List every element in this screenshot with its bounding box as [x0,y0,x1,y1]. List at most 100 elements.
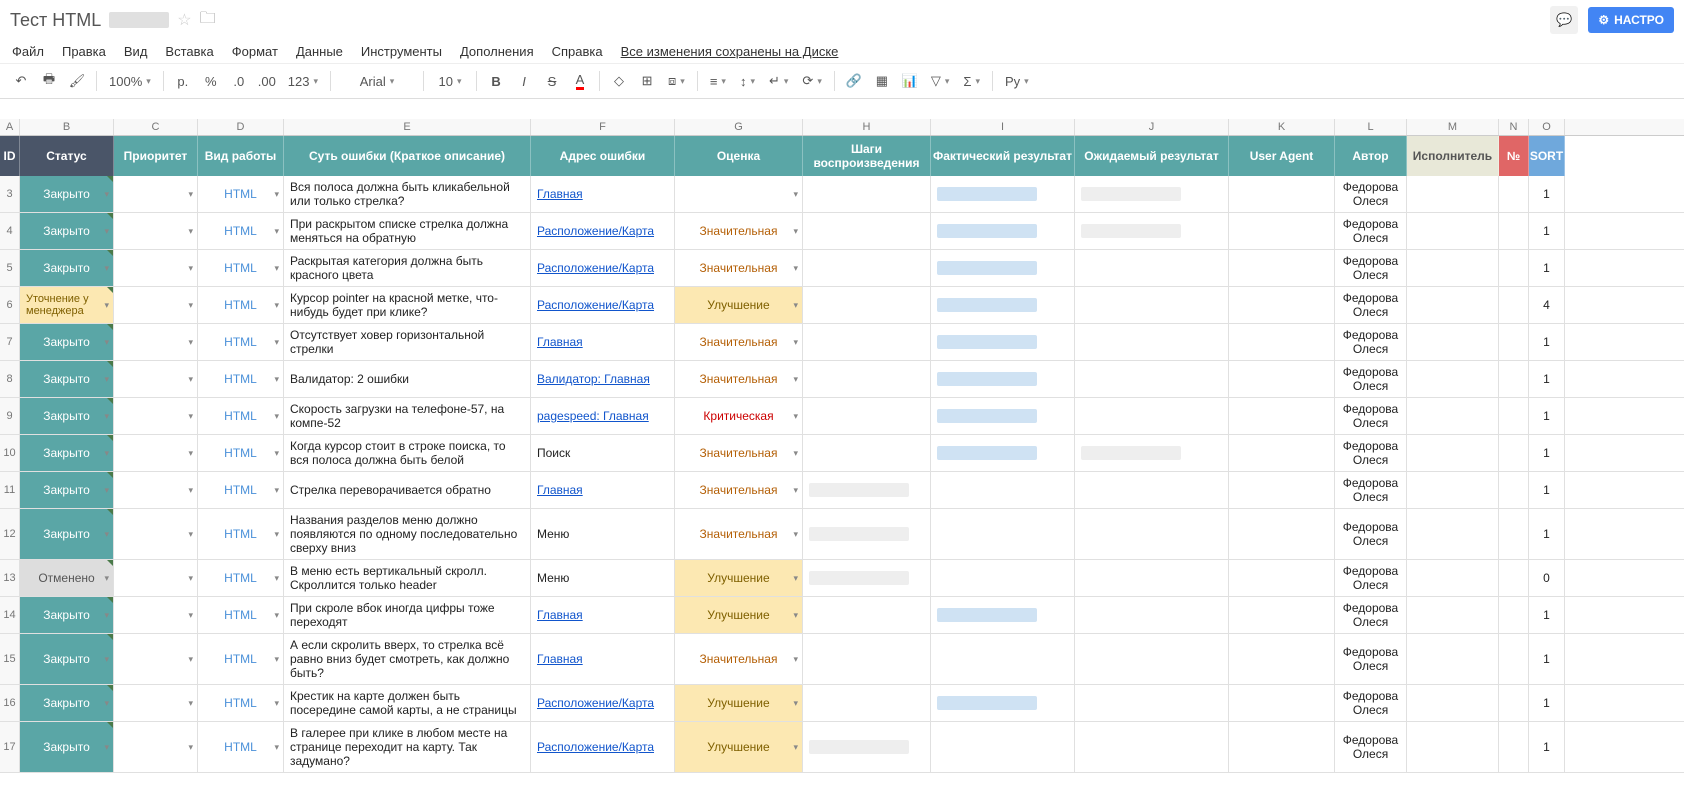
ua-cell[interactable] [1229,685,1335,721]
ua-cell[interactable] [1229,560,1335,596]
decrease-decimal-button[interactable]: .0 [226,68,252,94]
rating-cell[interactable]: Значительная▾ [675,435,803,471]
dropdown-icon[interactable]: ▾ [104,610,109,621]
exec-cell[interactable] [1407,213,1499,249]
row-number[interactable]: 5 [0,250,20,286]
bug-cell[interactable]: Названия разделов меню должно появляются… [284,509,531,559]
currency-button[interactable]: р. [170,68,196,94]
expected-cell[interactable] [1075,472,1229,508]
work-cell[interactable]: HTML▾ [198,435,284,471]
dropdown-icon[interactable]: ▾ [274,698,279,709]
menu-tools[interactable]: Инструменты [361,44,442,59]
rating-cell[interactable]: Значительная▾ [675,634,803,684]
priority-cell[interactable]: ▾ [114,287,198,323]
menu-addons[interactable]: Дополнения [460,44,534,59]
dropdown-icon[interactable]: ▾ [104,226,109,237]
address-cell[interactable]: Расположение/Карта [531,287,675,323]
author-cell[interactable]: Федорова Олеся [1335,435,1407,471]
ua-cell[interactable] [1229,597,1335,633]
num-cell[interactable] [1499,685,1529,721]
author-cell[interactable]: Федорова Олеся [1335,597,1407,633]
bug-cell[interactable]: Скорость загрузки на телефоне-57, на ком… [284,398,531,434]
address-link[interactable]: Расположение/Карта [537,696,654,710]
bug-cell[interactable]: Вся полоса должна быть кликабельной или … [284,176,531,212]
sort-cell[interactable]: 1 [1529,213,1565,249]
ua-cell[interactable] [1229,324,1335,360]
num-cell[interactable] [1499,176,1529,212]
exec-cell[interactable] [1407,435,1499,471]
dropdown-icon[interactable]: ▾ [274,300,279,311]
status-cell[interactable]: Закрыто▾ [20,435,114,471]
author-cell[interactable]: Федорова Олеся [1335,361,1407,397]
row-number[interactable]: 14 [0,597,20,633]
num-cell[interactable] [1499,287,1529,323]
status-cell[interactable]: Закрыто▾ [20,361,114,397]
row-number[interactable]: 6 [0,287,20,323]
actual-cell[interactable] [931,287,1075,323]
steps-cell[interactable] [803,472,931,508]
dropdown-icon[interactable]: ▾ [793,610,798,621]
col-e[interactable]: E [284,119,531,135]
address-cell[interactable]: Главная [531,324,675,360]
bug-cell[interactable]: Крестик на карте должен быть посередине … [284,685,531,721]
rating-cell[interactable]: Улучшение▾ [675,685,803,721]
exec-cell[interactable] [1407,250,1499,286]
steps-cell[interactable] [803,324,931,360]
num-cell[interactable] [1499,472,1529,508]
author-cell[interactable]: Федорова Олеся [1335,398,1407,434]
priority-cell[interactable]: ▾ [114,509,198,559]
work-cell[interactable]: HTML▾ [198,176,284,212]
col-l[interactable]: L [1335,119,1407,135]
rating-cell[interactable]: Улучшение▾ [675,287,803,323]
steps-cell[interactable] [803,250,931,286]
status-cell[interactable]: Закрыто▾ [20,509,114,559]
dropdown-icon[interactable]: ▾ [188,263,193,274]
author-cell[interactable]: Федорова Олеся [1335,560,1407,596]
num-cell[interactable] [1499,213,1529,249]
address-link[interactable]: Расположение/Карта [537,740,654,754]
priority-cell[interactable]: ▾ [114,213,198,249]
address-link[interactable]: Главная [537,335,583,349]
dropdown-icon[interactable]: ▾ [188,529,193,540]
address-cell[interactable]: Расположение/Карта [531,213,675,249]
rating-cell[interactable]: Значительная▾ [675,250,803,286]
increase-decimal-button[interactable]: .00 [254,68,280,94]
steps-cell[interactable] [803,634,931,684]
actual-cell[interactable] [931,250,1075,286]
row-number[interactable]: 17 [0,722,20,772]
dropdown-icon[interactable]: ▾ [188,654,193,665]
steps-cell[interactable] [803,361,931,397]
actual-cell[interactable] [931,560,1075,596]
dropdown-icon[interactable]: ▾ [274,263,279,274]
num-cell[interactable] [1499,250,1529,286]
sort-cell[interactable]: 1 [1529,685,1565,721]
dropdown-icon[interactable]: ▾ [104,485,109,496]
settings-button[interactable]: ⚙ НАСТРО [1588,7,1674,33]
dropdown-icon[interactable]: ▾ [188,226,193,237]
exec-cell[interactable] [1407,722,1499,772]
actual-cell[interactable] [931,324,1075,360]
chart-button[interactable]: 📊 [897,68,923,94]
dropdown-icon[interactable]: ▾ [274,529,279,540]
dropdown-icon[interactable]: ▾ [274,337,279,348]
dropdown-icon[interactable]: ▾ [793,189,798,200]
priority-cell[interactable]: ▾ [114,722,198,772]
dropdown-icon[interactable]: ▾ [188,411,193,422]
ua-cell[interactable] [1229,634,1335,684]
actual-cell[interactable] [931,722,1075,772]
dropdown-icon[interactable]: ▾ [104,411,109,422]
num-cell[interactable] [1499,597,1529,633]
rotate-button[interactable]: ⟳ [796,68,827,94]
exec-cell[interactable] [1407,634,1499,684]
work-cell[interactable]: HTML▾ [198,509,284,559]
address-cell[interactable]: Валидатор: Главная [531,361,675,397]
dropdown-icon[interactable]: ▾ [274,374,279,385]
steps-cell[interactable] [803,560,931,596]
wrap-button[interactable]: ↵ [763,68,794,94]
actual-cell[interactable] [931,398,1075,434]
expected-cell[interactable] [1075,324,1229,360]
ua-cell[interactable] [1229,176,1335,212]
work-cell[interactable]: HTML▾ [198,213,284,249]
dropdown-icon[interactable]: ▾ [274,411,279,422]
steps-cell[interactable] [803,398,931,434]
